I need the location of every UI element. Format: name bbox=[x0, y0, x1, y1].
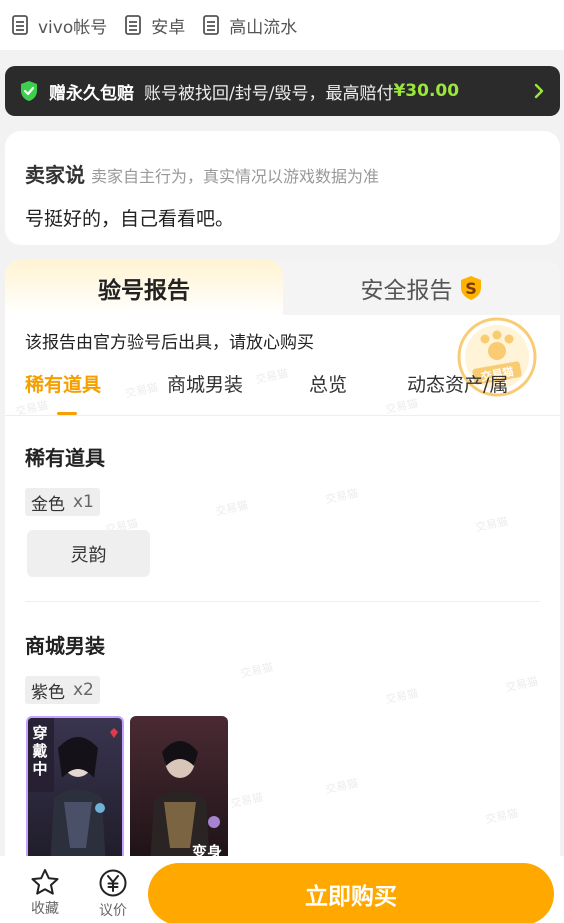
tag-label: 安卓 bbox=[151, 17, 186, 38]
outfit-card-2[interactable]: 变身 bbox=[130, 716, 228, 866]
tag-server: 高山流水 bbox=[203, 13, 297, 38]
watermark: 交易猫 bbox=[324, 486, 360, 507]
watermark: 交易猫 bbox=[384, 686, 420, 707]
document-icon bbox=[12, 15, 28, 35]
rare-item-chip[interactable]: 灵韵 bbox=[27, 530, 150, 577]
tag-label: 高山流水 bbox=[229, 17, 298, 38]
tag-platform: vivo帐号 bbox=[12, 13, 107, 38]
watermark: 交易猫 bbox=[239, 660, 275, 681]
buy-now-button[interactable]: 立即购买 bbox=[148, 863, 554, 923]
security-badge-icon: S bbox=[460, 275, 481, 300]
account-tags: vivo帐号 安卓 高山流水 bbox=[0, 0, 564, 50]
bottom-action-bar: 收藏 议价 立即购买 bbox=[0, 856, 564, 923]
yen-coin-icon bbox=[99, 869, 127, 897]
section-divider bbox=[25, 601, 540, 602]
wearing-label: 穿戴中 bbox=[32, 724, 48, 778]
favorite-label: 收藏 bbox=[31, 901, 59, 917]
report-subtabs: 稀有道具 商城男装 总览 动态资产/属 bbox=[5, 368, 560, 416]
grade-count: x1 bbox=[73, 492, 94, 512]
tab-security-report-label: 安全报告 bbox=[360, 277, 453, 304]
report-note: 该报告由官方验号后出具，请放心购买 bbox=[25, 333, 314, 353]
bargain-label: 议价 bbox=[99, 903, 127, 919]
seller-says-card: 卖家说 卖家自主行为，真实情况以游戏数据为准 号挺好的，自己看看吧。 bbox=[5, 131, 560, 245]
watermark: 交易猫 bbox=[214, 498, 250, 519]
tab-security-report[interactable]: 安全报告 S bbox=[283, 260, 560, 315]
tag-label: vivo帐号 bbox=[38, 17, 108, 38]
grade-label: 紫色 bbox=[31, 682, 65, 703]
subtab-dynamic-assets[interactable]: 动态资产/属 bbox=[407, 370, 508, 397]
report-tabs: 验号报告 安全报告 S bbox=[5, 260, 560, 315]
watermark: 交易猫 bbox=[324, 776, 360, 797]
grade-pill-purple: 紫色 x2 bbox=[25, 676, 100, 704]
section-title-mall-outfits: 商城男装 bbox=[25, 634, 105, 658]
guarantee-text: 账号被找回/封号/毁号，最高赔付 bbox=[144, 83, 394, 104]
guarantee-title: 赠永久包赔 bbox=[49, 83, 134, 104]
watermark: 交易猫 bbox=[504, 674, 540, 695]
subtab-rare-items[interactable]: 稀有道具 bbox=[25, 370, 101, 397]
tag-os: 安卓 bbox=[125, 13, 185, 38]
report-panel: 交易猫 交易猫 交易猫 交易猫 交易猫 交易猫 交易猫 交易猫 交易猫 交易猫 … bbox=[5, 260, 560, 923]
watermark: 交易猫 bbox=[229, 790, 265, 811]
guarantee-banner[interactable]: 赠永久包赔 账号被找回/封号/毁号，最高赔付 ¥30.00 bbox=[5, 66, 560, 116]
document-icon bbox=[125, 15, 142, 35]
outfit-card-1[interactable]: 穿戴中 bbox=[26, 716, 124, 866]
active-subtab-indicator bbox=[57, 412, 77, 415]
seller-says-note: 卖家自主行为，真实情况以游戏数据为准 bbox=[91, 167, 380, 186]
tab-inspection-report[interactable]: 验号报告 bbox=[5, 260, 283, 315]
chevron-right-icon bbox=[534, 83, 544, 99]
favorite-button[interactable]: 收藏 bbox=[25, 868, 65, 918]
grade-label: 金色 bbox=[31, 494, 65, 515]
seller-says-title: 卖家说 bbox=[25, 163, 85, 187]
watermark: 交易猫 bbox=[474, 514, 510, 535]
grade-count: x2 bbox=[73, 680, 94, 700]
grade-pill-gold: 金色 x1 bbox=[25, 488, 100, 516]
guarantee-amount: ¥30.00 bbox=[393, 81, 460, 101]
seller-message: 号挺好的，自己看看吧。 bbox=[25, 208, 235, 230]
subtab-mall-male-outfits[interactable]: 商城男装 bbox=[167, 370, 243, 397]
subtab-overview[interactable]: 总览 bbox=[309, 370, 347, 397]
watermark: 交易猫 bbox=[484, 806, 520, 827]
bargain-button[interactable]: 议价 bbox=[93, 868, 133, 920]
svg-text:S: S bbox=[465, 279, 477, 298]
section-title-rare-items: 稀有道具 bbox=[25, 446, 105, 470]
document-icon bbox=[203, 15, 220, 35]
star-icon bbox=[31, 869, 59, 895]
shield-check-icon bbox=[21, 81, 37, 101]
